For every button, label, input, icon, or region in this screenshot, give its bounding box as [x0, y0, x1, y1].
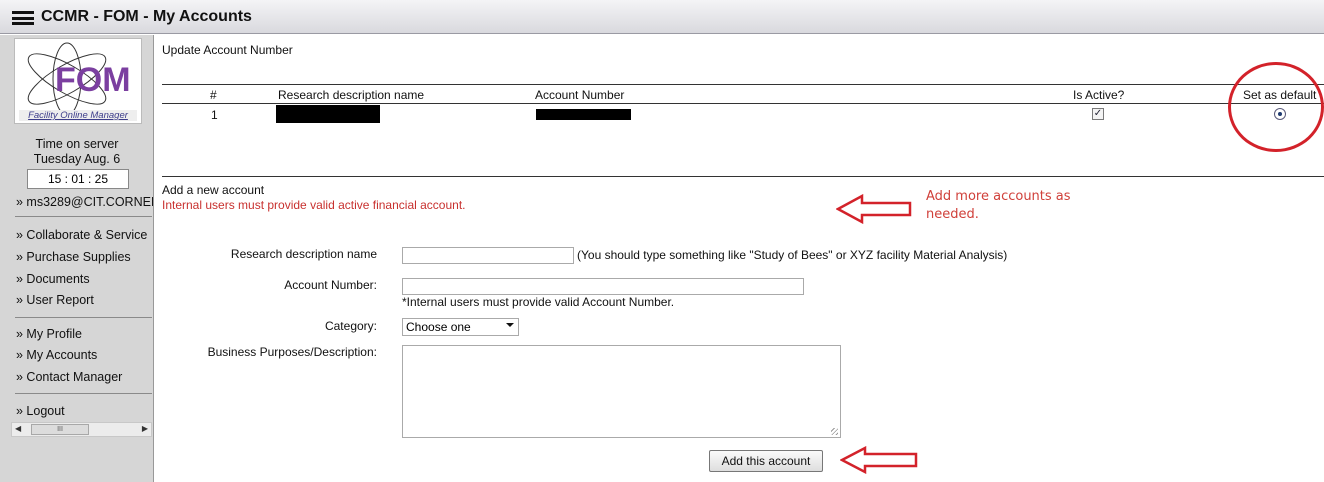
window-title: CCMR - FOM - My Accounts [41, 8, 252, 25]
hamburger-menu-icon[interactable] [12, 11, 34, 25]
category-select[interactable]: Choose one [402, 318, 519, 336]
sidebar-divider [15, 317, 152, 318]
annotation-line-1: Add more accounts as [926, 189, 1071, 204]
redacted-account-number [536, 109, 631, 120]
annotation-circle [1228, 62, 1324, 152]
account-number-hint: *Internal users must provide valid Accou… [402, 295, 675, 309]
scroll-left-icon[interactable]: ◀ [15, 424, 21, 433]
server-clock: 15 : 01 : 25 [27, 169, 129, 189]
sidebar-item-my-accounts[interactable]: » My Accounts [16, 348, 97, 362]
scroll-thumb[interactable]: III [31, 424, 89, 435]
business-purposes-textarea[interactable] [402, 345, 841, 438]
column-header-account-number: Account Number [535, 88, 625, 102]
is-active-checkbox[interactable]: ✓ [1092, 108, 1104, 120]
sidebar-user-link[interactable]: » ms3289@CIT.CORNELL [16, 195, 153, 209]
annotation-arrow-icon [840, 446, 918, 474]
add-section-heading: Add a new account [162, 183, 265, 197]
column-header-number: # [210, 88, 217, 102]
section-divider [162, 176, 1324, 177]
column-header-is-active: Is Active? [1073, 88, 1125, 102]
sidebar-item-user-report[interactable]: » User Report [16, 293, 94, 307]
sidebar-item-contact-manager[interactable]: » Contact Manager [16, 370, 122, 384]
table-header-border [162, 103, 1324, 104]
chevron-down-icon [506, 323, 514, 327]
category-label: Category: [324, 319, 377, 333]
resize-grip-icon[interactable] [831, 428, 838, 435]
sidebar-divider [15, 216, 152, 217]
sidebar-item-documents[interactable]: » Documents [16, 272, 90, 286]
title-bar: CCMR - FOM - My Accounts [0, 0, 1324, 34]
annotation-note: Add more accounts as needed. [926, 188, 1071, 224]
sidebar-item-collaborate[interactable]: » Collaborate & Service [16, 228, 147, 242]
category-selected-value: Choose one [406, 320, 471, 334]
sidebar-horizontal-scrollbar[interactable]: ◀ III ▶ [11, 422, 152, 437]
sidebar-item-logout[interactable]: » Logout [16, 404, 65, 418]
annotation-line-2: needed. [926, 207, 979, 222]
sidebar-item-purchase-supplies[interactable]: » Purchase Supplies [16, 250, 131, 264]
research-name-hint: (You should type something like "Study o… [577, 248, 1008, 262]
sidebar-item-my-profile[interactable]: » My Profile [16, 327, 82, 341]
server-time-label: Time on server [35, 137, 119, 151]
sidebar: FOM Facility Online Manager Time on serv… [0, 35, 154, 482]
business-purposes-label: Business Purposes/Description: [207, 345, 377, 359]
server-date: Tuesday Aug. 6 [33, 152, 121, 166]
row-number: 1 [211, 108, 218, 122]
scroll-right-icon[interactable]: ▶ [142, 424, 148, 433]
account-number-input[interactable] [402, 278, 804, 295]
update-section-heading: Update Account Number [162, 43, 293, 57]
redacted-research-name [276, 105, 380, 123]
fom-logo[interactable]: FOM Facility Online Manager [14, 38, 142, 124]
account-number-label: Account Number: [284, 278, 377, 292]
research-name-label: Research description name [230, 247, 377, 261]
logo-subtitle: Facility Online Manager [19, 110, 137, 121]
internal-users-warning: Internal users must provide valid active… [162, 198, 466, 212]
sidebar-divider [15, 393, 152, 394]
column-header-research-name: Research description name [278, 88, 425, 102]
logo-text: FOM [55, 61, 131, 99]
annotation-arrow-icon [836, 194, 912, 224]
add-account-button[interactable]: Add this account [709, 450, 823, 472]
table-top-border [162, 84, 1324, 85]
research-name-input[interactable] [402, 247, 574, 264]
